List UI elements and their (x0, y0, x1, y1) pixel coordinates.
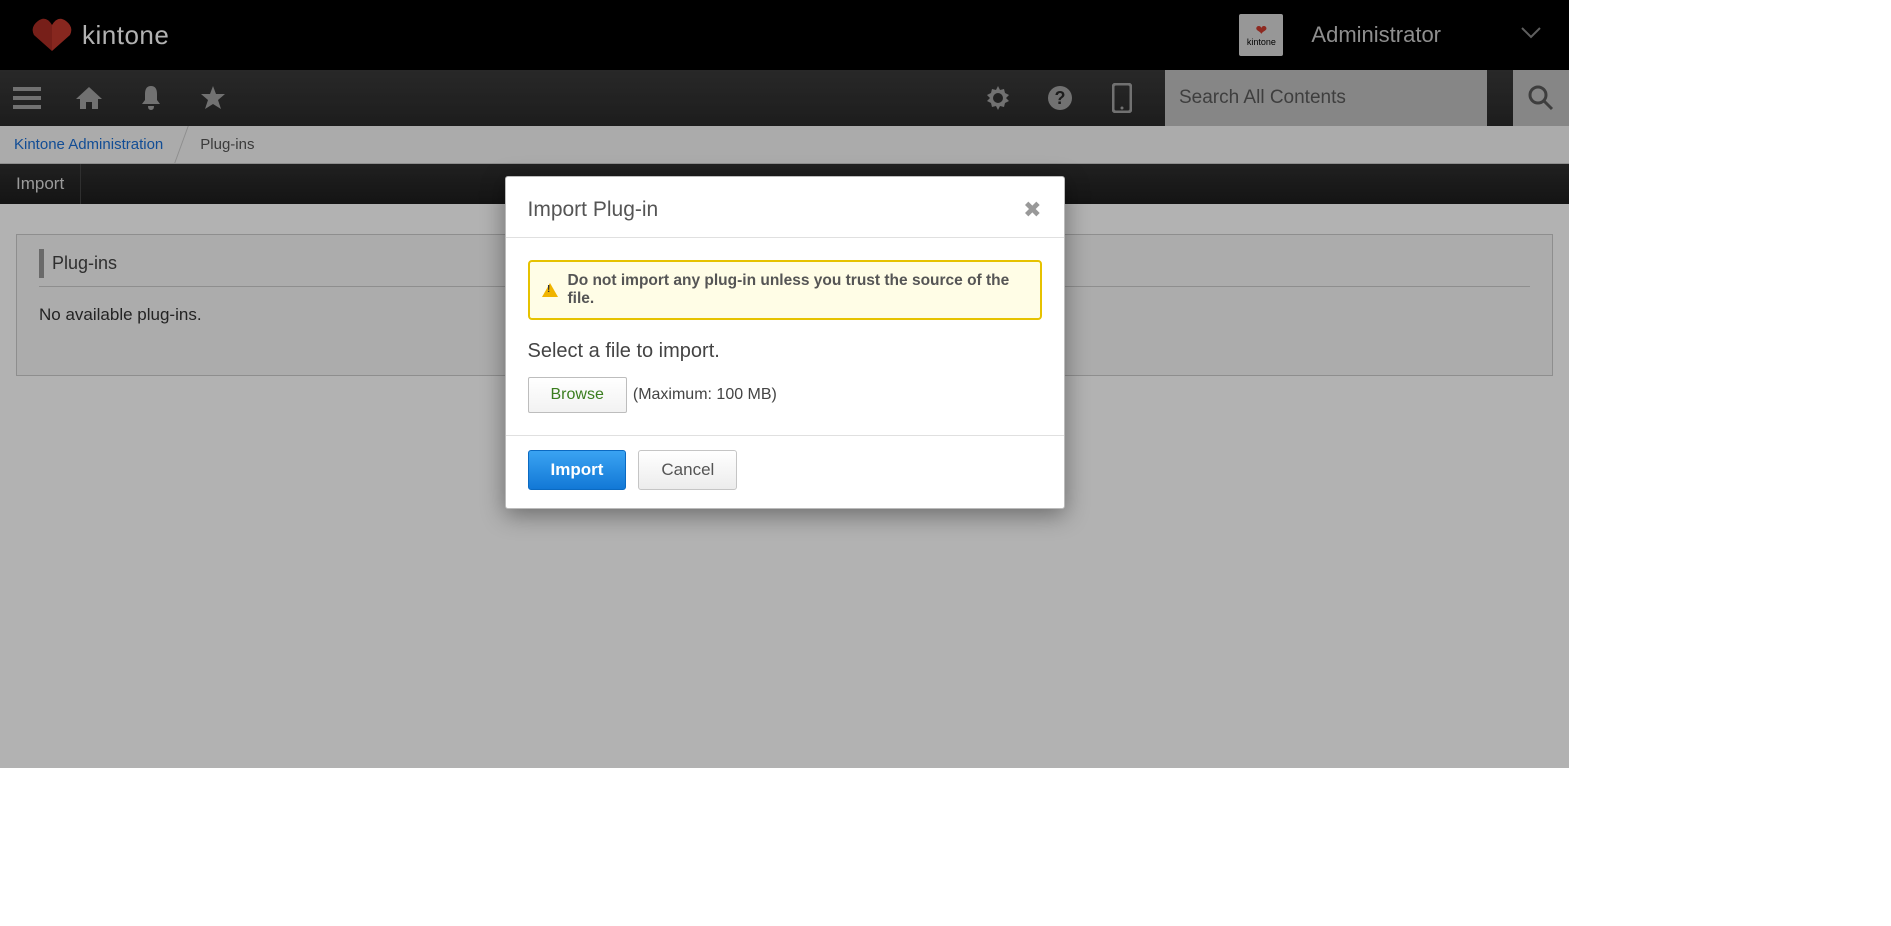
warning-text: Do not import any plug-in unless you tru… (568, 272, 1028, 308)
modal-title: Import Plug-in (528, 198, 1024, 222)
cancel-button[interactable]: Cancel (638, 450, 737, 490)
import-plugin-modal: Import Plug-in ✖ Do not import any plug-… (505, 176, 1065, 509)
browse-button[interactable]: Browse (528, 377, 627, 413)
select-file-label: Select a file to import. (528, 340, 1042, 363)
close-icon[interactable]: ✖ (1023, 197, 1041, 223)
warning-icon (542, 283, 558, 297)
import-button[interactable]: Import (528, 450, 627, 490)
max-size-label: (Maximum: 100 MB) (633, 386, 777, 404)
warning-banner: Do not import any plug-in unless you tru… (528, 260, 1042, 320)
